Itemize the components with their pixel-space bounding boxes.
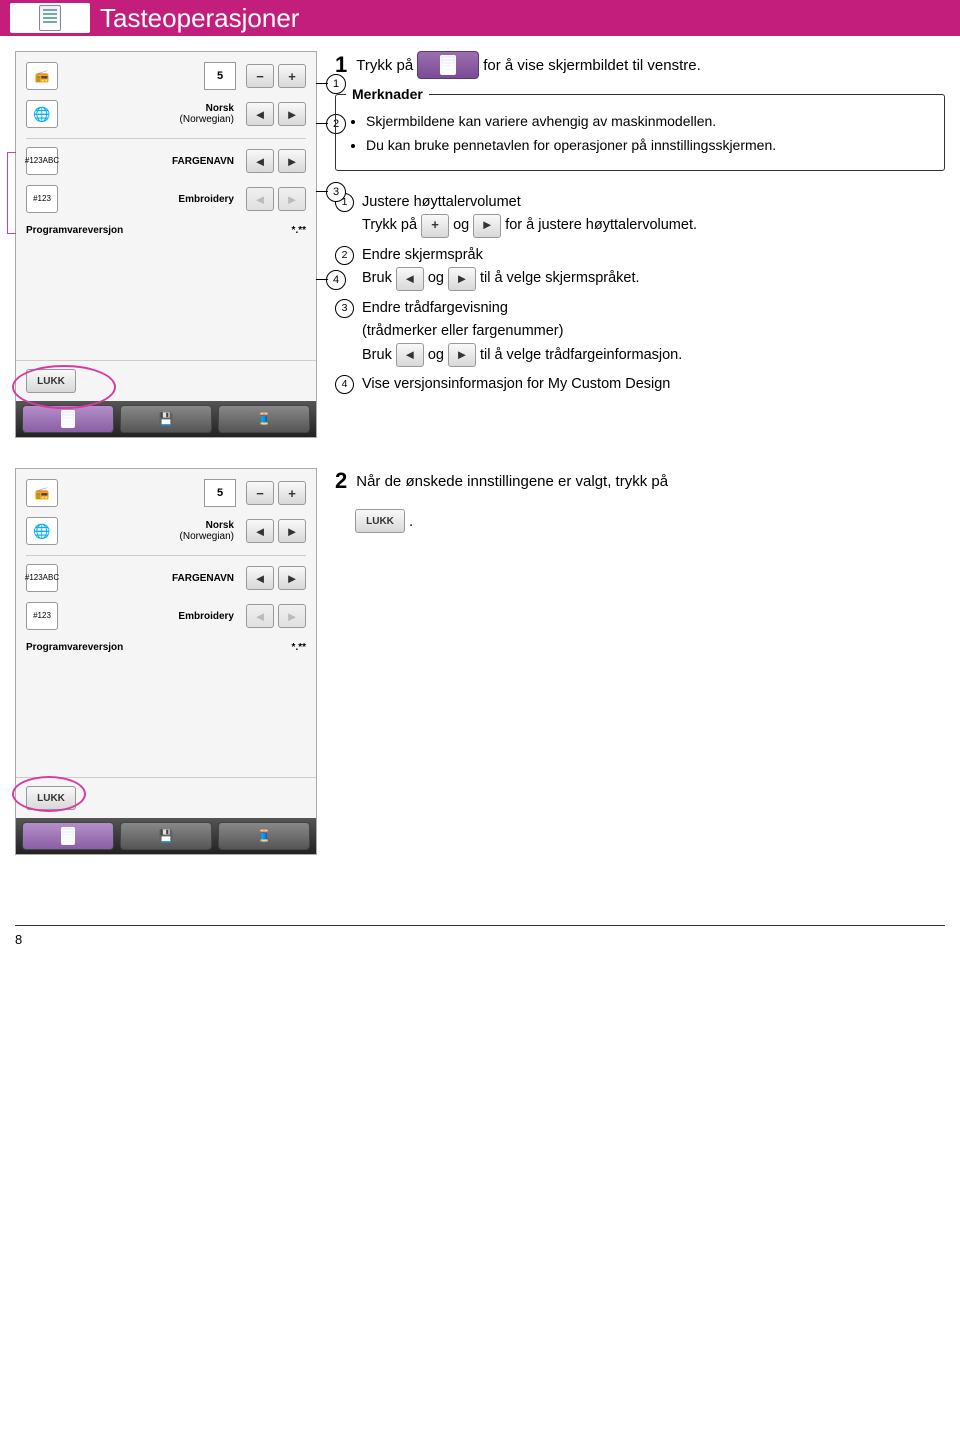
step-2: 2 Når de ønskede innstillingene er valgt…	[335, 468, 945, 494]
tab-settings[interactable]	[22, 822, 114, 850]
next-inline-button-3[interactable]: ►	[448, 343, 476, 367]
thread-123-icon: #123	[26, 185, 58, 213]
language-row: 🌐 Norsk(Norwegian) ◄ ►	[26, 100, 306, 128]
title-doc-icon	[10, 3, 90, 33]
tab-save[interactable]: 💾	[120, 822, 212, 850]
note-item-2: Du kan bruke pennetavlen for operasjoner…	[366, 135, 930, 155]
thread-label: Embroidery	[178, 194, 234, 205]
globe-icon: 🌐	[26, 517, 58, 545]
minus-button[interactable]: −	[246, 64, 274, 88]
colorname-label: FARGENAVN	[172, 156, 234, 167]
page-footer: 8	[15, 925, 945, 947]
plus-button[interactable]: +	[278, 481, 306, 505]
description-list: 1 Justere høyttalervolumet Trykk på + og…	[335, 191, 945, 397]
desc-num-2: 2	[335, 246, 354, 265]
page-title: Tasteoperasjoner	[100, 3, 299, 34]
sw-version-value: *.**	[292, 225, 306, 236]
step-2-text: Når de ønskede innstillingene er valgt, …	[356, 473, 668, 490]
color-prev-button[interactable]: ◄	[246, 566, 274, 590]
prev-inline-button-2[interactable]: ◄	[396, 343, 424, 367]
page-number: 8	[15, 932, 22, 947]
lang-next-button[interactable]: ►	[278, 102, 306, 126]
prev-inline-button[interactable]: ◄	[396, 267, 424, 291]
thread-123abc-icon: #123ABC	[26, 564, 58, 592]
volume-value: 5	[204, 62, 236, 90]
thread-next-button[interactable]: ►	[278, 604, 306, 628]
lang-prev-button[interactable]: ◄	[246, 519, 274, 543]
close-inline-button[interactable]: LUKK	[355, 509, 405, 533]
notes-title: Merknader	[346, 86, 429, 102]
pink-highlight-close	[12, 776, 86, 812]
tab-settings[interactable]	[22, 405, 114, 433]
color-prev-button[interactable]: ◄	[246, 149, 274, 173]
lang-next-button[interactable]: ►	[278, 519, 306, 543]
volume-row: 📻 5 − +	[26, 62, 306, 90]
desc-num-4: 4	[335, 375, 354, 394]
thread-next-button[interactable]: ►	[278, 187, 306, 211]
globe-icon: 🌐	[26, 100, 58, 128]
thread-123-icon: #123	[26, 602, 58, 630]
sw-version-label: Programvareversjon	[26, 225, 123, 236]
machine-icon: 📻	[26, 479, 58, 507]
minus-button[interactable]: −	[246, 481, 274, 505]
color-next-button[interactable]: ►	[278, 566, 306, 590]
desc-3-sub: (trådmerker eller fargenummer)	[362, 320, 945, 343]
language-sub: (Norwegian)	[64, 114, 234, 125]
settings-screenshot-1: 1 2 3 4 📻 5 − + 🌐 Nor	[15, 51, 317, 438]
tab-machine[interactable]: 🧵	[218, 405, 310, 433]
next-inline-button[interactable]: ►	[473, 214, 501, 238]
desc-3-title: Endre trådfargevisning	[362, 297, 945, 320]
step-1: 1 Trykk på for å vise skjermbildet til v…	[335, 51, 945, 79]
pink-highlight-tab	[12, 365, 116, 409]
thread-123abc-icon: #123ABC	[26, 147, 58, 175]
language-label: Norsk	[206, 103, 234, 114]
settings-screenshot-2: 📻 5 − + 🌐 Norsk(Norwegian) ◄ ►	[15, 468, 317, 855]
thread-row: #123 Embroidery ◄ ►	[26, 185, 306, 213]
thread-prev-button[interactable]: ◄	[246, 604, 274, 628]
callout-3: 3	[326, 182, 346, 202]
color-next-button[interactable]: ►	[278, 149, 306, 173]
step-1-text-after: for å vise skjermbildet til venstre.	[483, 57, 701, 74]
desc-1-title: Justere høyttalervolumet	[362, 191, 945, 214]
desc-4-title: Vise versjonsinformasjon for My Custom D…	[362, 373, 945, 396]
callout-1: 1	[326, 74, 346, 94]
next-inline-button-2[interactable]: ►	[448, 267, 476, 291]
plus-button[interactable]: +	[278, 64, 306, 88]
software-version-row: Programvareversjon *.**	[26, 225, 306, 236]
desc-2-title: Endre skjermspråk	[362, 244, 945, 267]
settings-inline-button[interactable]	[417, 51, 479, 79]
title-bar: Tasteoperasjoner	[0, 0, 960, 36]
note-item-1: Skjermbildene kan variere avhengig av ma…	[366, 111, 930, 131]
colorname-row: #123ABC FARGENAVN ◄ ►	[26, 147, 306, 175]
callout-4: 4	[326, 270, 346, 290]
lang-prev-button[interactable]: ◄	[246, 102, 274, 126]
step-1-text-before: Trykk på	[356, 57, 413, 74]
tab-save[interactable]: 💾	[120, 405, 212, 433]
plus-inline-button[interactable]: +	[421, 214, 449, 238]
step-2-number: 2	[335, 468, 347, 494]
notes-box: Merknader Skjermbildene kan variere avhe…	[335, 94, 945, 171]
thread-prev-button[interactable]: ◄	[246, 187, 274, 211]
pink-bracket	[7, 152, 16, 234]
desc-num-3: 3	[335, 299, 354, 318]
machine-icon: 📻	[26, 62, 58, 90]
tab-machine[interactable]: 🧵	[218, 822, 310, 850]
